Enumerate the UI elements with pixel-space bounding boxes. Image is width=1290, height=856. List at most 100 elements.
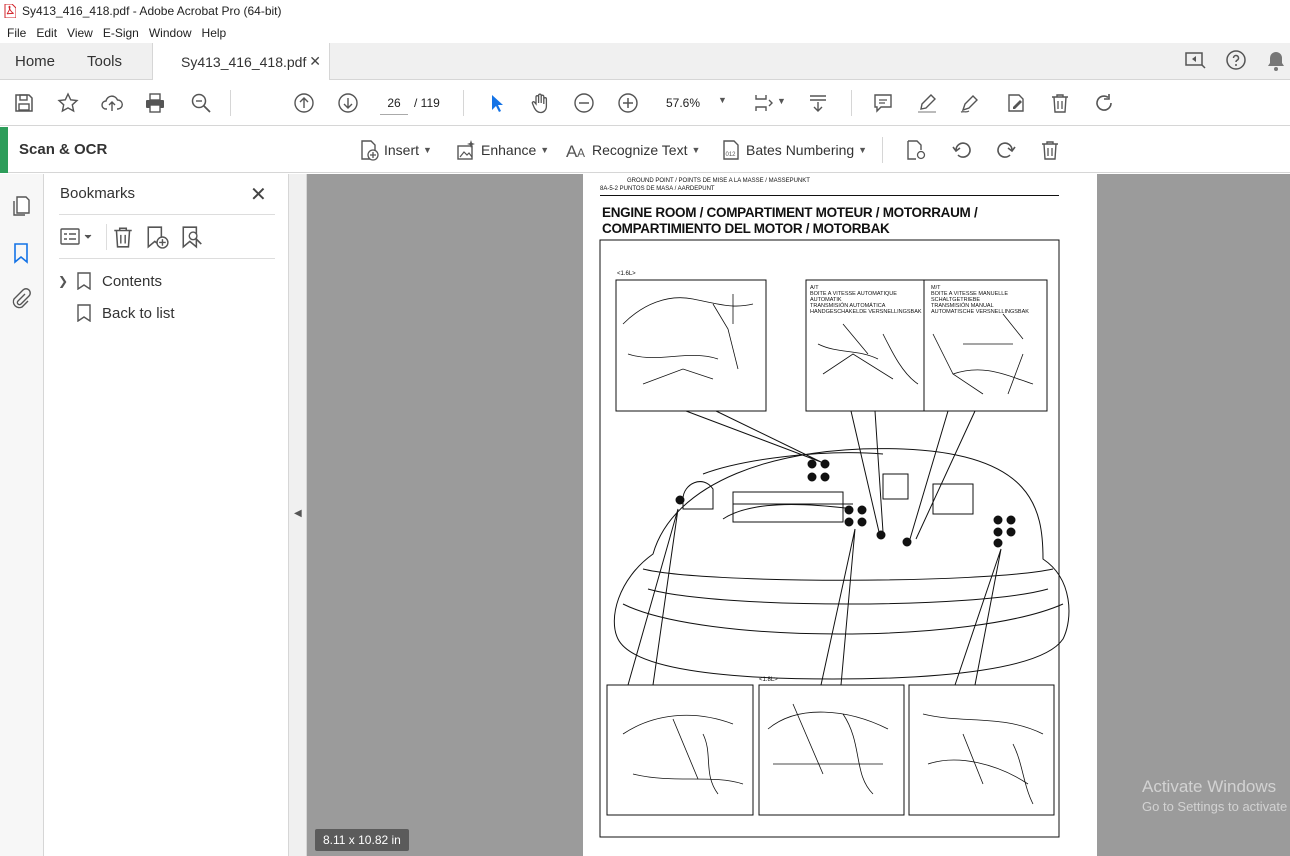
help-icon[interactable]: [1225, 49, 1249, 73]
bookmarks-panel-icon[interactable]: [10, 242, 34, 266]
hand-tool-icon[interactable]: [528, 91, 552, 115]
watermark-line2: Go to Settings to activate Windows.: [1142, 799, 1290, 814]
enhance-button[interactable]: Enhance ▼: [455, 139, 549, 161]
bookmark-label: Back to list: [102, 304, 175, 322]
page-size-badge: 8.11 x 10.82 in: [315, 829, 409, 851]
tab-home[interactable]: Home: [15, 43, 55, 80]
bookmark-label: Contents: [102, 272, 163, 290]
collapse-panel-icon[interactable]: ◀: [294, 508, 302, 519]
zoom-out-icon[interactable]: [572, 91, 596, 115]
zoom-in-icon[interactable]: [616, 91, 640, 115]
page-settings-icon: [907, 140, 926, 160]
enhance-label: Enhance: [481, 142, 537, 158]
recognize-text-caret-icon: ▼: [691, 145, 701, 155]
enhance-caret-icon: ▼: [540, 145, 550, 155]
page-thumbnails-icon[interactable]: [10, 195, 34, 219]
tab-tools[interactable]: Tools: [87, 43, 122, 80]
bookmarks-title: Bookmarks: [60, 185, 136, 202]
engine-room-diagram: [599, 239, 1070, 838]
comment-icon[interactable]: [871, 91, 895, 115]
document-viewer[interactable]: GROUND POINT / POINTS DE MISE A LA MASSE…: [307, 174, 1290, 856]
main-toolbar: ▼: [0, 80, 1290, 126]
zoom-level-input[interactable]: 57.6%: [666, 91, 700, 115]
acrobat-icon: [4, 4, 16, 18]
rotate-left-icon: [952, 142, 971, 158]
navigation-rail: [0, 174, 44, 856]
star-icon[interactable]: [56, 91, 80, 115]
tab-document[interactable]: Sy413_416_418.pdf ✕: [152, 43, 330, 81]
page-display-icon[interactable]: [752, 91, 776, 115]
next-page-icon[interactable]: [336, 91, 360, 115]
close-tab-icon[interactable]: ✕: [309, 53, 321, 70]
delete-bookmark-icon[interactable]: [111, 224, 137, 250]
trash-icon: [1042, 141, 1058, 160]
recognize-text-icon: AA: [566, 142, 585, 161]
scan-ocr-title: Scan & OCR: [19, 141, 108, 158]
delete-icon[interactable]: [1048, 91, 1072, 115]
rotate-left-button[interactable]: [951, 139, 977, 161]
menu-esign[interactable]: E-Sign: [98, 26, 144, 40]
bookmark-icon: [77, 304, 91, 322]
highlight-pen-icon[interactable]: [915, 91, 939, 115]
pdf-page: GROUND POINT / POINTS DE MISE A LA MASSE…: [583, 174, 1097, 856]
print-icon[interactable]: [143, 91, 167, 115]
bookmark-options-icon[interactable]: [60, 224, 92, 250]
bates-numbering-icon: 012: [723, 140, 739, 160]
recognize-text-button[interactable]: AA Recognize Text ▼: [566, 139, 700, 161]
menu-bar: File Edit View E-Sign Window Help: [0, 22, 1290, 43]
svg-text:A: A: [577, 146, 585, 160]
bates-numbering-label: Bates Numbering: [746, 142, 855, 158]
close-panel-icon[interactable]: ✕: [250, 182, 267, 207]
menu-help[interactable]: Help: [197, 26, 232, 40]
tab-document-label: Sy413_416_418.pdf: [181, 54, 307, 70]
notifications-bell-icon[interactable]: [1266, 50, 1286, 72]
edit-pdf-icon[interactable]: [1004, 91, 1028, 115]
page-total: / 119: [414, 96, 440, 110]
bookmark-icon: [77, 272, 91, 290]
insert-page-icon: [361, 140, 379, 161]
zoom-search-icon[interactable]: [189, 91, 213, 115]
scan-ocr-toolbar: Scan & OCR Insert ▼ Enhance ▼ AA Recognize…: [0, 127, 1290, 173]
menu-view[interactable]: View: [62, 26, 98, 40]
new-bookmark-icon[interactable]: [145, 224, 171, 250]
page-number-input[interactable]: 26: [380, 91, 408, 115]
insert-label: Insert: [384, 142, 420, 158]
delete-page-button[interactable]: [1039, 139, 1065, 161]
bookmarks-panel: Bookmarks ✕ ❯ Contents Back to list: [44, 174, 289, 856]
save-icon[interactable]: [12, 91, 36, 115]
zoom-dropdown-icon[interactable]: ▼: [718, 95, 727, 105]
activate-windows-watermark: Activate Windows Go to Settings to activ…: [1142, 777, 1290, 814]
window-title: Sy413_416_418.pdf - Adobe Acrobat Pro (6…: [22, 4, 282, 18]
enhance-icon: [457, 140, 475, 160]
select-cursor-icon[interactable]: [484, 91, 508, 115]
bates-numbering-button[interactable]: 012 Bates Numbering ▼: [720, 139, 867, 161]
cloud-upload-icon[interactable]: [100, 91, 124, 115]
recognize-text-label: Recognize Text: [592, 142, 688, 158]
panel-splitter[interactable]: ◀: [289, 174, 307, 856]
share-screen-icon[interactable]: [1183, 49, 1207, 73]
tool-accent-bar: [0, 127, 8, 173]
bates-numbering-caret-icon: ▼: [858, 145, 868, 155]
page-display-caret-icon[interactable]: ▼: [777, 96, 786, 106]
insert-button[interactable]: Insert ▼: [358, 139, 432, 161]
scroll-mode-icon[interactable]: [806, 91, 830, 115]
svg-text:012: 012: [726, 152, 737, 158]
find-bookmark-icon[interactable]: [180, 224, 206, 250]
rotate-right-icon: [997, 142, 1016, 158]
menu-window[interactable]: Window: [144, 26, 197, 40]
watermark-line1: Activate Windows: [1142, 777, 1277, 796]
attachments-paperclip-icon[interactable]: [10, 287, 34, 311]
bookmark-item-contents[interactable]: ❯ Contents: [58, 272, 162, 290]
tab-bar: Home Tools Sy413_416_418.pdf ✕: [0, 43, 1290, 81]
redo-icon[interactable]: [1092, 91, 1116, 115]
bookmark-item-back-to-list[interactable]: Back to list: [58, 304, 175, 322]
menu-file[interactable]: File: [2, 26, 31, 40]
page-settings-button[interactable]: [905, 139, 931, 161]
expand-chevron-icon[interactable]: ❯: [58, 274, 72, 288]
draw-pen-icon[interactable]: [958, 91, 982, 115]
title-bar: Sy413_416_418.pdf - Adobe Acrobat Pro (6…: [0, 0, 1290, 22]
insert-caret-icon: ▼: [423, 145, 432, 155]
menu-edit[interactable]: Edit: [31, 26, 62, 40]
rotate-right-button[interactable]: [995, 139, 1021, 161]
previous-page-icon[interactable]: [292, 91, 316, 115]
